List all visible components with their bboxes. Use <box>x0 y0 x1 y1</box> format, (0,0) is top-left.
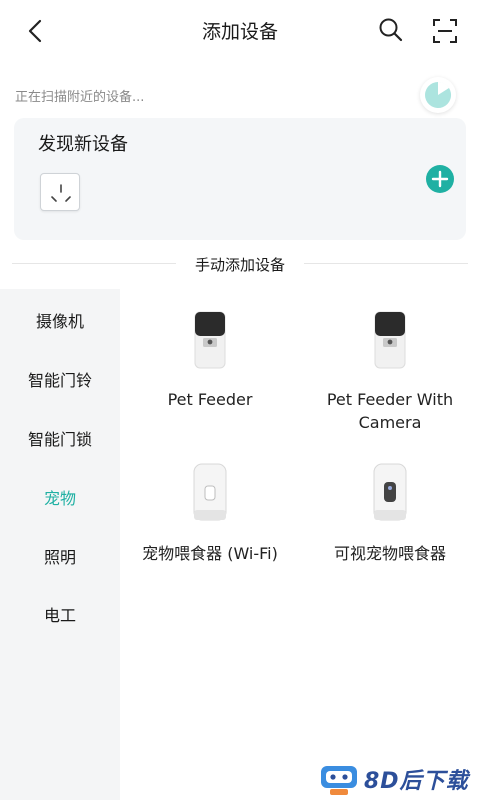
discover-card: 发现新设备 <box>14 118 466 240</box>
pet-feeder-image <box>194 311 226 369</box>
device-name: 可视宠物喂食器 <box>333 544 446 563</box>
divider <box>304 263 468 264</box>
manual-add-label: 手动添加设备 <box>194 256 285 274</box>
category-electrical[interactable]: 电工 <box>0 602 120 626</box>
visual-pet-feeder-image <box>373 463 407 521</box>
scan-icon <box>433 19 457 43</box>
device-name: 宠物喂食器 (Wi-Fi) <box>142 544 278 563</box>
category-pet[interactable]: 宠物 <box>0 485 120 509</box>
pet-feeder-wifi-image <box>193 463 227 521</box>
category-smart-doorbell[interactable]: 智能门铃 <box>0 367 120 391</box>
plus-icon <box>431 170 449 188</box>
add-device-button[interactable] <box>426 165 454 193</box>
category-sidebar: 摄像机 智能门铃 智能门锁 宠物 照明 电工 <box>0 289 120 800</box>
watermark-logo: 8D后下载 <box>318 762 478 798</box>
socket-icon[interactable] <box>40 173 80 211</box>
robot-logo-icon <box>321 766 357 795</box>
search-icon <box>379 18 403 42</box>
category-camera[interactable]: 摄像机 <box>0 308 120 332</box>
watermark-text: 8D后下载 <box>364 769 469 794</box>
device-name: Pet Feeder <box>167 390 253 409</box>
pet-feeder-camera-image <box>374 311 406 369</box>
device-name-line2: Camera <box>358 413 422 432</box>
device-name: Pet Feeder With <box>326 390 454 409</box>
scan-button[interactable] <box>430 16 460 46</box>
header: 添加设备 <box>0 0 480 62</box>
category-smart-lock[interactable]: 智能门锁 <box>0 426 120 450</box>
scanning-spinner-icon <box>420 77 456 113</box>
scanning-status: 正在扫描附近的设备... <box>15 90 145 105</box>
page-title: 添加设备 <box>201 21 278 43</box>
search-button[interactable] <box>376 15 406 45</box>
category-lighting[interactable]: 照明 <box>0 544 120 568</box>
discover-title: 发现新设备 <box>38 134 128 155</box>
